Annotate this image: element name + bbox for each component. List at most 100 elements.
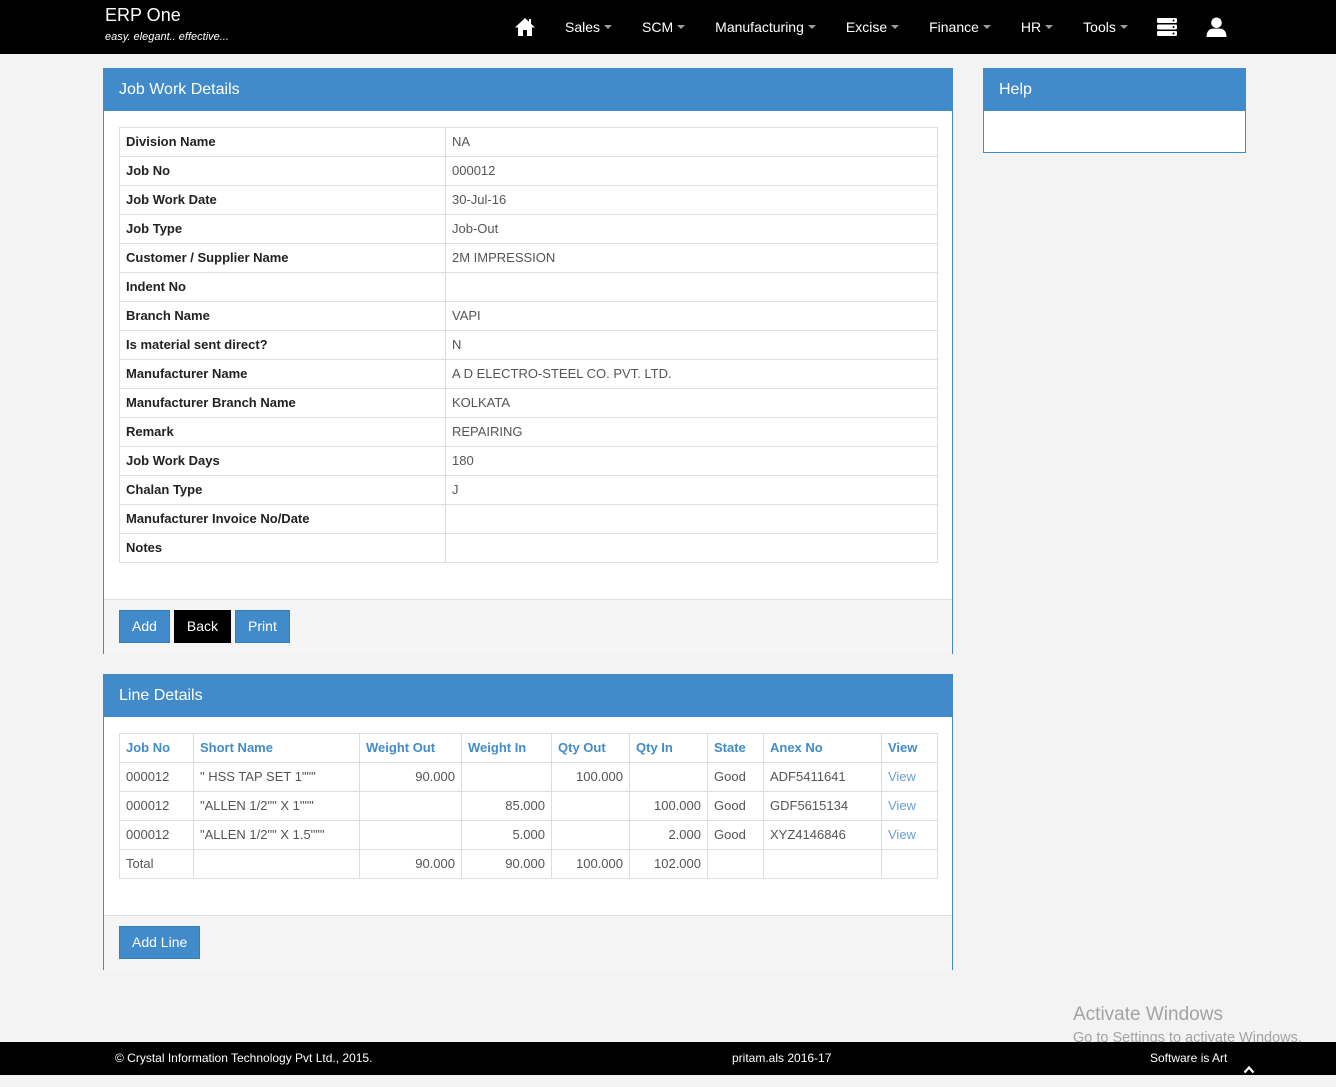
line-details-footer: Add Line: [104, 915, 952, 970]
caret-down-icon: [677, 25, 686, 29]
watermark-title: Activate Windows: [1073, 1004, 1223, 1025]
line-row: 000012 "ALLEN 1/2"" X 1""" 85.000 100.00…: [119, 791, 938, 821]
manufacturer-name-row: Manufacturer Name A D ELECTRO-STEEL CO. …: [119, 359, 938, 389]
nav-excise[interactable]: Excise: [831, 0, 914, 54]
col-header-view[interactable]: View: [881, 733, 938, 763]
job-work-details-panel: Job Work Details Division Name NA Job No…: [103, 68, 953, 654]
indent-no-label: Indent No: [119, 272, 446, 302]
nav-sales-label: Sales: [565, 19, 601, 35]
chalan-type-label: Chalan Type: [119, 475, 446, 505]
nav-servers[interactable]: [1143, 0, 1191, 54]
print-button[interactable]: Print: [235, 610, 290, 643]
remark-value: REPAIRING: [445, 417, 938, 447]
material-sent-direct-label: Is material sent direct?: [119, 330, 446, 360]
brand-title[interactable]: ERP One: [105, 5, 181, 25]
indent-no-value: [445, 272, 938, 302]
nav-hr-label: HR: [1020, 19, 1042, 35]
caret-down-icon: [807, 25, 816, 29]
total-label: Total: [119, 849, 194, 879]
nav-scm[interactable]: SCM: [627, 0, 700, 54]
col-header-weight-out[interactable]: Weight Out: [359, 733, 462, 763]
footer-slogan: Software is Art: [1150, 1051, 1228, 1065]
job-type-value: Job-Out: [445, 214, 938, 244]
line-view-cell: View: [881, 791, 938, 821]
add-line-button[interactable]: Add Line: [119, 926, 201, 959]
line-anex-no: GDF5615134: [763, 791, 882, 821]
nav-home[interactable]: [500, 0, 550, 54]
line-qty-out: [551, 791, 630, 821]
customer-supplier-name-label: Customer / Supplier Name: [119, 243, 446, 273]
remark-label: Remark: [119, 417, 446, 447]
top-navbar: ERP One easy. elegant.. effective... Sal…: [0, 0, 1336, 54]
chalan-type-value: J: [445, 475, 938, 505]
nav-hr[interactable]: HR: [1006, 0, 1068, 54]
main-nav: Sales SCM Manufacturing Excise Finance H…: [500, 0, 1242, 54]
line-weight-in: 5.000: [461, 820, 552, 850]
line-view-cell: View: [881, 820, 938, 850]
job-no-value: 000012: [445, 156, 938, 186]
line-view-cell: View: [881, 762, 938, 792]
line-job-no: 000012: [119, 762, 194, 792]
caret-down-icon: [1045, 25, 1054, 29]
material-sent-direct-value: N: [445, 330, 938, 360]
job-type-label: Job Type: [119, 214, 446, 244]
line-job-no: 000012: [119, 820, 194, 850]
nav-finance[interactable]: Finance: [914, 0, 1006, 54]
footer-session-info: pritam.als 2016-17: [732, 1051, 832, 1065]
notes-value: [445, 533, 938, 563]
branch-name-row: Branch Name VAPI: [119, 301, 938, 331]
remark-row: Remark REPAIRING: [119, 417, 938, 447]
line-job-no: 000012: [119, 791, 194, 821]
line-short-name: "ALLEN 1/2"" X 1""": [193, 791, 360, 821]
job-work-details-body: Division Name NA Job No 000012 Job Work …: [104, 111, 952, 599]
manufacturer-invoice-value: [445, 504, 938, 534]
job-work-date-row: Job Work Date 30-Jul-16: [119, 185, 938, 215]
manufacturer-name-value: A D ELECTRO-STEEL CO. PVT. LTD.: [445, 359, 938, 389]
indent-no-row: Indent No: [119, 272, 938, 302]
nav-user-menu[interactable]: [1191, 0, 1242, 54]
col-header-qty-out[interactable]: Qty Out: [551, 733, 630, 763]
nav-manufacturing[interactable]: Manufacturing: [700, 0, 831, 54]
nav-finance-label: Finance: [929, 19, 979, 35]
total-qty-out: 100.000: [551, 849, 630, 879]
line-row: 000012 " HSS TAP SET 1""" 90.000 100.000…: [119, 762, 938, 792]
notes-row: Notes: [119, 533, 938, 563]
line-weight-in: 85.000: [461, 791, 552, 821]
material-sent-direct-row: Is material sent direct? N: [119, 330, 938, 360]
col-header-short-name[interactable]: Short Name: [193, 733, 360, 763]
col-header-weight-in[interactable]: Weight In: [461, 733, 552, 763]
total-short-name: [193, 849, 360, 879]
col-header-qty-in[interactable]: Qty In: [629, 733, 708, 763]
scroll-top-button[interactable]: [1243, 1054, 1255, 1074]
add-button[interactable]: Add: [119, 610, 170, 643]
branch-name-value: VAPI: [445, 301, 938, 331]
total-weight-in: 90.000: [461, 849, 552, 879]
job-work-details-title: Job Work Details: [104, 69, 952, 111]
back-button[interactable]: Back: [173, 610, 232, 643]
line-qty-in: [629, 762, 708, 792]
line-qty-in: 100.000: [629, 791, 708, 821]
customer-supplier-name-row: Customer / Supplier Name 2M IMPRESSION: [119, 243, 938, 273]
view-link[interactable]: View: [888, 798, 916, 813]
view-link[interactable]: View: [888, 827, 916, 842]
job-no-row: Job No 000012: [119, 156, 938, 186]
caret-down-icon: [982, 25, 991, 29]
nav-tools[interactable]: Tools: [1068, 0, 1143, 54]
view-link[interactable]: View: [888, 769, 916, 784]
job-type-row: Job Type Job-Out: [119, 214, 938, 244]
customer-supplier-name-value: 2M IMPRESSION: [445, 243, 938, 273]
job-work-days-row: Job Work Days 180: [119, 446, 938, 476]
line-anex-no: XYZ4146846: [763, 820, 882, 850]
line-weight-in: [461, 762, 552, 792]
col-header-state[interactable]: State: [707, 733, 764, 763]
col-header-anex-no[interactable]: Anex No: [763, 733, 882, 763]
job-work-days-label: Job Work Days: [119, 446, 446, 476]
line-row: 000012 "ALLEN 1/2"" X 1.5""" 5.000 2.000…: [119, 820, 938, 850]
branch-name-label: Branch Name: [119, 301, 446, 331]
job-no-label: Job No: [119, 156, 446, 186]
help-body: [984, 111, 1245, 152]
chevron-up-icon: [1243, 1065, 1255, 1074]
nav-sales[interactable]: Sales: [550, 0, 627, 54]
col-header-job-no[interactable]: Job No: [119, 733, 194, 763]
chalan-type-row: Chalan Type J: [119, 475, 938, 505]
